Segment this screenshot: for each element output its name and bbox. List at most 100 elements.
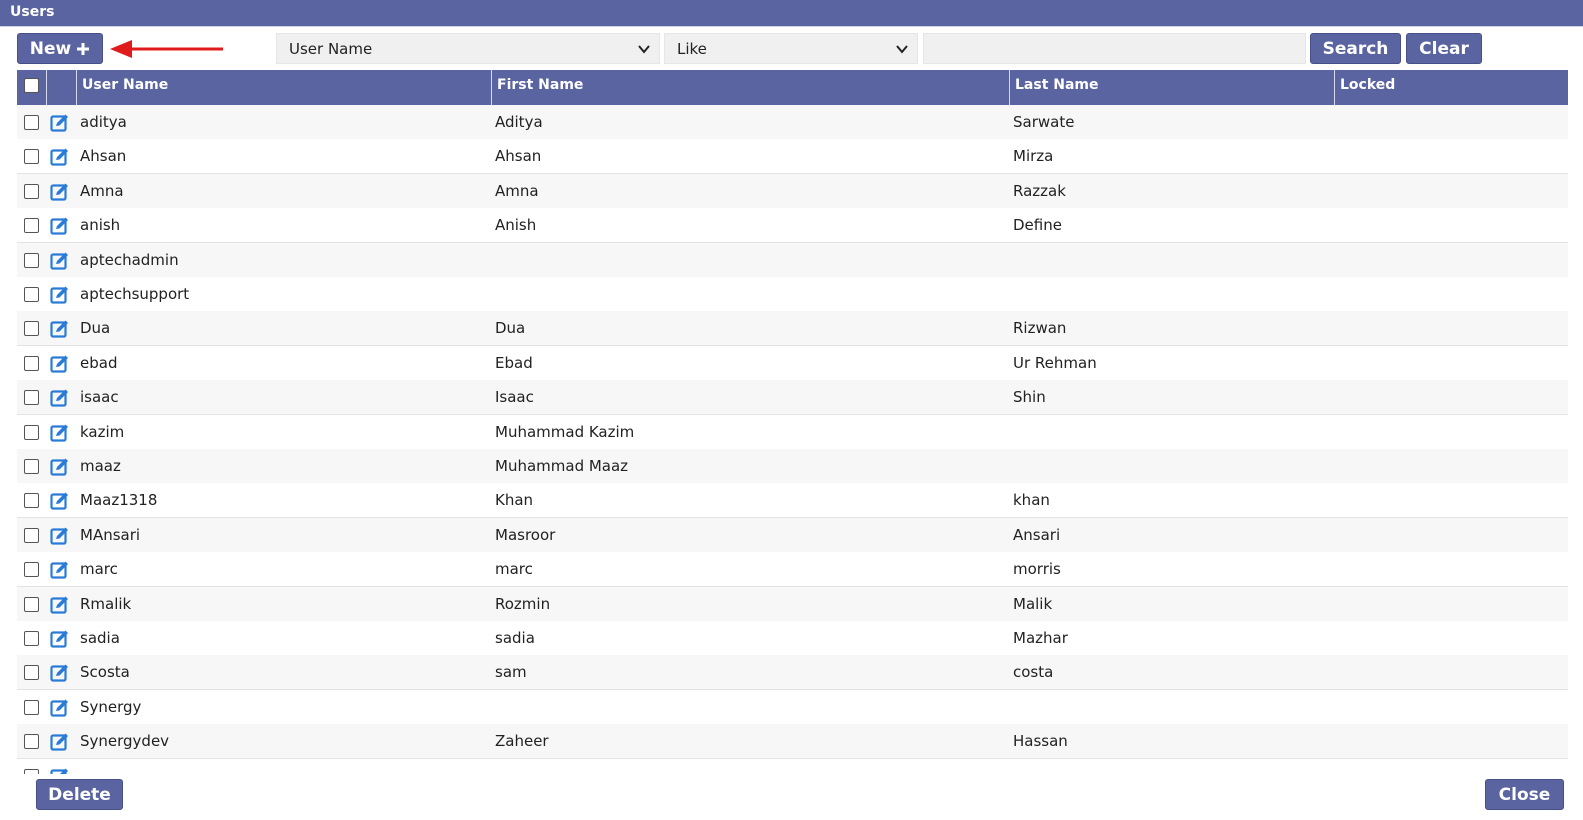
table-row[interactable]: anish Anish Define xyxy=(17,208,1568,244)
row-checkbox[interactable] xyxy=(24,734,39,750)
edit-icon[interactable] xyxy=(50,732,70,752)
table-row[interactable]: ebad Ebad Ur Rehman xyxy=(17,345,1568,381)
table-row[interactable]: MAnsari Masroor Ansari xyxy=(17,517,1568,553)
row-checkbox[interactable] xyxy=(24,459,39,474)
delete-button[interactable]: Delete xyxy=(36,779,123,810)
operator-select-value: Like xyxy=(677,39,707,58)
row-checkbox[interactable] xyxy=(24,596,39,612)
row-checkbox[interactable] xyxy=(24,768,39,774)
row-checkbox[interactable] xyxy=(24,665,39,681)
select-all-checkbox[interactable] xyxy=(24,78,39,93)
cell-user-name: MAnsari xyxy=(80,525,141,544)
table-row[interactable]: Amna Amna Razzak xyxy=(17,173,1568,209)
field-select[interactable]: User Name xyxy=(276,33,660,64)
cell-last-name xyxy=(1013,690,1323,725)
edit-icon[interactable] xyxy=(50,698,70,718)
cell-first-name xyxy=(495,759,1000,774)
cell-user-name: aditya xyxy=(80,113,127,131)
row-checkbox[interactable] xyxy=(24,631,39,646)
search-input[interactable] xyxy=(923,33,1306,64)
cell-user-name: aptechadmin xyxy=(80,250,179,269)
edit-icon[interactable] xyxy=(50,423,70,443)
table-row[interactable]: aptechadmin xyxy=(17,242,1568,278)
edit-icon[interactable] xyxy=(50,354,70,374)
cell-first-name xyxy=(495,277,1000,312)
cell-last-name xyxy=(1013,759,1323,774)
edit-icon[interactable] xyxy=(50,216,70,236)
row-checkbox[interactable] xyxy=(24,149,39,165)
cell-user-name: Dua xyxy=(80,319,111,338)
table-row[interactable]: isaac Isaac Shin xyxy=(17,380,1568,416)
edit-icon[interactable] xyxy=(50,767,70,774)
cell-user-name: Amna xyxy=(80,181,124,200)
operator-select[interactable]: Like xyxy=(664,33,918,64)
edit-icon[interactable] xyxy=(50,526,70,546)
row-checkbox[interactable] xyxy=(24,527,39,543)
edit-icon[interactable] xyxy=(50,388,70,408)
edit-icon[interactable] xyxy=(50,113,70,133)
cell-last-name: Ur Rehman xyxy=(1013,353,1097,372)
table-row[interactable]: Synergydev Zaheer Hassan xyxy=(17,724,1568,760)
row-checkbox[interactable] xyxy=(24,424,39,440)
edit-icon[interactable] xyxy=(50,457,70,477)
row-checkbox[interactable] xyxy=(24,115,39,130)
table-row[interactable]: marc marc morris xyxy=(17,552,1568,588)
table-row[interactable]: Ahsan Ahsan Mirza xyxy=(17,139,1568,175)
table-row[interactable]: Dua Dua Rizwan xyxy=(17,311,1568,347)
search-button[interactable]: Search xyxy=(1310,33,1401,64)
edit-icon[interactable] xyxy=(50,663,70,683)
cell-last-name: Mazhar xyxy=(1013,629,1068,647)
table-row[interactable]: Maaz1318 Khan khan xyxy=(17,483,1568,519)
cell-user-name: isaac xyxy=(80,388,119,407)
chevron-down-icon xyxy=(896,45,908,54)
edit-icon[interactable] xyxy=(50,285,70,305)
cell-user-name xyxy=(80,759,485,774)
edit-icon[interactable] xyxy=(50,182,70,202)
row-checkbox[interactable] xyxy=(24,321,39,337)
cell-first-name: Khan xyxy=(495,491,534,510)
close-button[interactable]: Close xyxy=(1485,779,1564,810)
column-header-locked[interactable]: Locked xyxy=(1335,70,1568,105)
edit-icon[interactable] xyxy=(50,147,70,167)
table-row[interactable]: aditya Aditya Sarwate xyxy=(17,105,1568,140)
edit-icon[interactable] xyxy=(50,560,70,580)
row-checkbox[interactable] xyxy=(24,493,39,509)
table-row[interactable]: Rmalik Rozmin Malik xyxy=(17,586,1568,622)
cell-first-name: Muhammad Kazim xyxy=(495,422,635,441)
row-checkbox[interactable] xyxy=(24,390,39,406)
table-row[interactable]: kazim Muhammad Kazim xyxy=(17,414,1568,450)
column-header-last-name[interactable]: Last Name xyxy=(1010,70,1335,105)
row-checkbox[interactable] xyxy=(24,218,39,234)
row-checkbox[interactable] xyxy=(24,183,39,199)
cell-user-name: marc xyxy=(80,560,118,579)
cell-last-name: Sarwate xyxy=(1013,113,1075,131)
edit-icon[interactable] xyxy=(50,491,70,511)
table-row[interactable] xyxy=(17,758,1568,774)
table-row[interactable]: sadia sadia Mazhar xyxy=(17,621,1568,656)
grid-header: User Name First Name Last Name Locked xyxy=(17,70,1568,105)
cell-first-name: sam xyxy=(495,663,527,682)
cell-user-name: Ahsan xyxy=(80,147,127,166)
cell-user-name: anish xyxy=(80,216,121,235)
row-checkbox[interactable] xyxy=(24,699,39,715)
column-header-first-name[interactable]: First Name xyxy=(492,70,1010,105)
edit-icon[interactable] xyxy=(50,595,70,615)
edit-icon[interactable] xyxy=(50,629,70,649)
row-checkbox[interactable] xyxy=(24,252,39,268)
row-checkbox[interactable] xyxy=(24,355,39,371)
table-row[interactable]: maaz Muhammad Maaz xyxy=(17,449,1568,484)
clear-button[interactable]: Clear xyxy=(1406,33,1482,64)
row-checkbox[interactable] xyxy=(24,287,39,302)
edit-icon[interactable] xyxy=(50,319,70,339)
row-checkbox[interactable] xyxy=(24,562,39,578)
table-row[interactable]: Scosta sam costa xyxy=(17,655,1568,691)
cell-last-name xyxy=(1013,243,1323,278)
cell-user-name: Scosta xyxy=(80,663,130,682)
table-row[interactable]: aptechsupport xyxy=(17,277,1568,312)
cell-last-name xyxy=(1013,277,1323,312)
cell-last-name: Razzak xyxy=(1013,181,1066,200)
table-row[interactable]: Synergy xyxy=(17,689,1568,725)
new-button[interactable]: New xyxy=(17,33,103,64)
column-header-user-name[interactable]: User Name xyxy=(77,70,492,105)
edit-icon[interactable] xyxy=(50,251,70,271)
